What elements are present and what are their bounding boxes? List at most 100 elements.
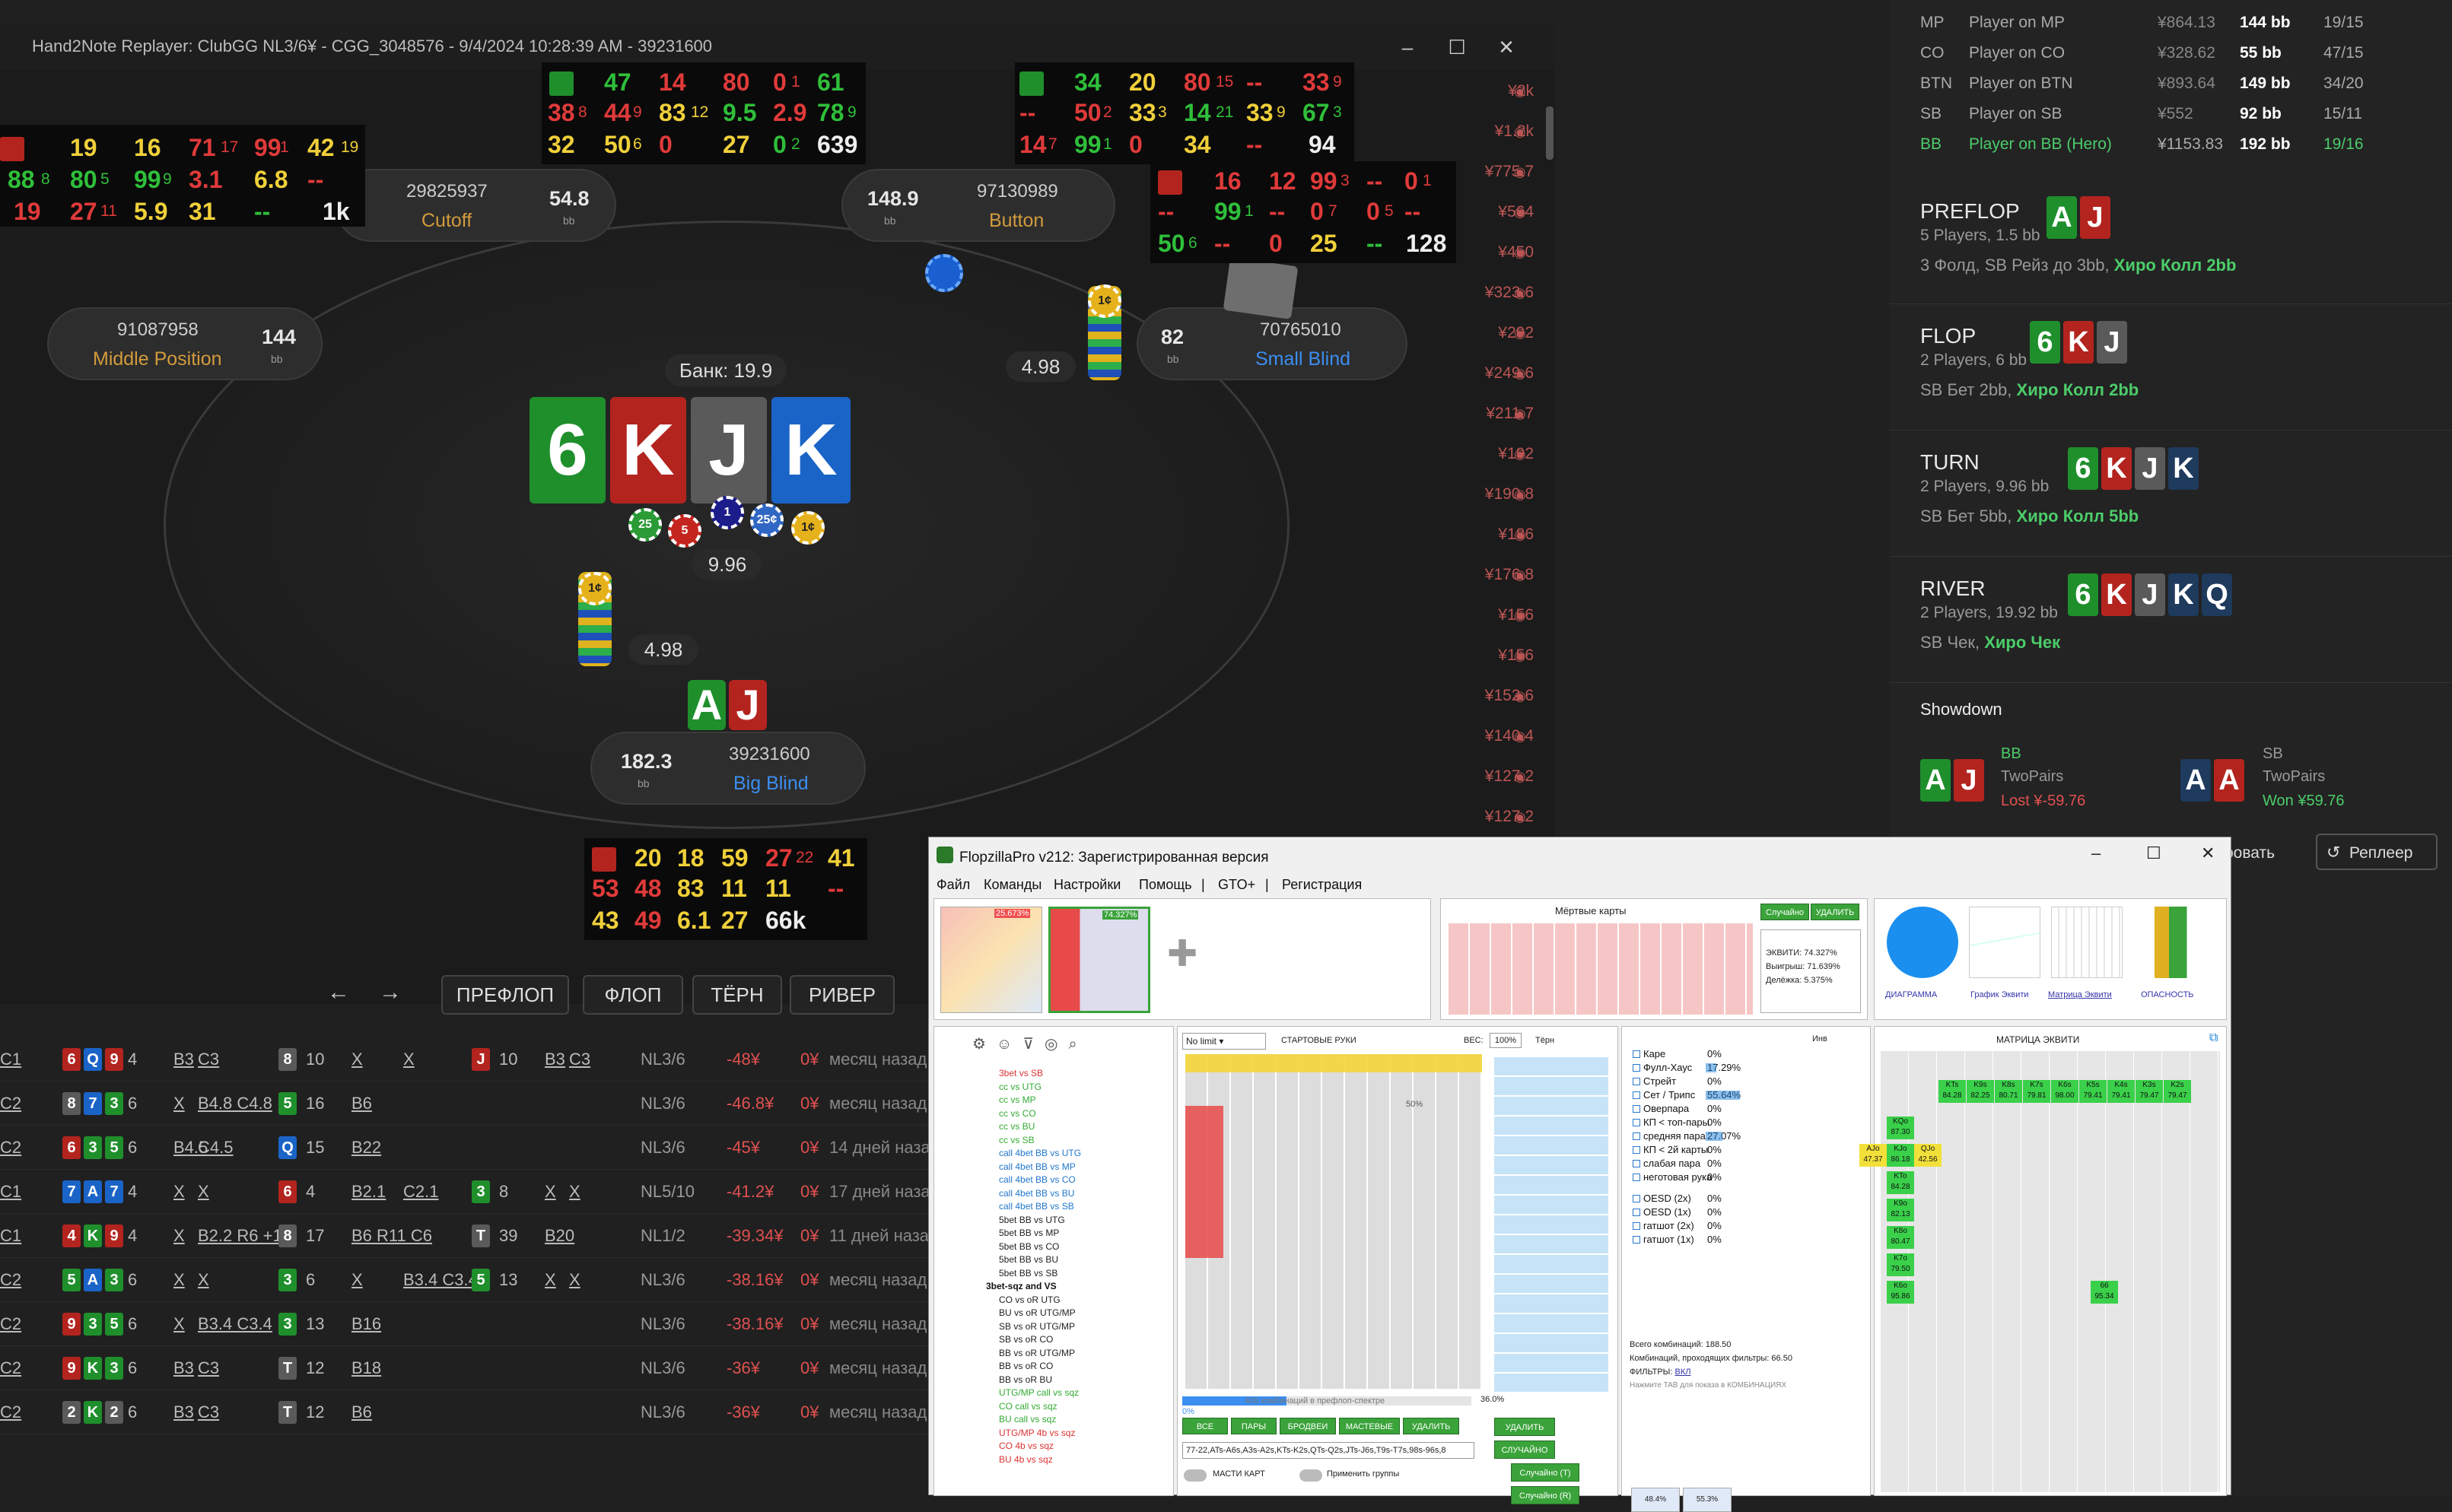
tree-item[interactable]: SB vs oR UTG/MP bbox=[999, 1321, 1075, 1332]
tree-item[interactable]: BU call vs sqz bbox=[999, 1414, 1056, 1425]
dead-cards-grid[interactable] bbox=[1449, 923, 1753, 1015]
table-row[interactable]: C2 8 7 3 6 X B4.8 C4.8 5 16 B6 NL3/6 -46.8¥ 0¥ месяц … bbox=[0, 1082, 936, 1126]
pie-chart-icon[interactable] bbox=[1887, 907, 1958, 978]
equity-graph-icon[interactable] bbox=[1969, 907, 2040, 978]
eye-icon[interactable]: ◉ bbox=[1514, 245, 1526, 261]
filter-checkbox[interactable] bbox=[1633, 1091, 1640, 1099]
tab-equity-matrix[interactable]: Матрица Эквити bbox=[2048, 990, 2112, 999]
weight-input[interactable]: 100% bbox=[1490, 1033, 1522, 1048]
tree-item[interactable]: 5bet BB vs SB bbox=[999, 1268, 1057, 1279]
filter-pct-1[interactable]: 48.4% bbox=[1631, 1488, 1680, 1512]
seat-small-blind[interactable]: 82 bb 70765010 Small Blind bbox=[1137, 307, 1407, 380]
eye-icon[interactable]: ◉ bbox=[1514, 648, 1526, 664]
menu-item[interactable]: Помощь bbox=[1139, 877, 1192, 893]
menu-item[interactable]: Команды bbox=[984, 877, 1042, 893]
replayer-button[interactable]: ↺ Реплеер bbox=[2316, 834, 2438, 870]
filter-pct-2[interactable]: 55.3% bbox=[1683, 1488, 1732, 1512]
minimize-button[interactable]: – bbox=[2091, 843, 2101, 863]
filter-checkbox[interactable] bbox=[1633, 1078, 1640, 1085]
save-button[interactable]: ровать bbox=[2225, 844, 2275, 862]
add-range-icon[interactable]: ✚ bbox=[1167, 932, 1197, 975]
scrollbar-thumb[interactable] bbox=[1546, 106, 1554, 160]
table-row[interactable]: C1 4 K 9 4 X B2.2 R6 +1 8 17 B6 R11 C6 T 39 B20 NL1/2… bbox=[0, 1214, 939, 1258]
turn-cards-column[interactable] bbox=[1494, 1057, 1608, 1392]
player-row[interactable]: BTN Player on BTN ¥893.64 149 bb 34/20 bbox=[1920, 75, 2438, 105]
eye-icon[interactable]: ◉ bbox=[1514, 366, 1526, 382]
eye-icon[interactable]: ◉ bbox=[1514, 809, 1526, 825]
equity-matrix-icon[interactable] bbox=[2051, 907, 2123, 978]
filter-checkbox[interactable] bbox=[1633, 1146, 1640, 1154]
next-arrow-icon[interactable]: → bbox=[379, 980, 402, 1005]
maximize-button[interactable]: ☐ bbox=[2146, 843, 2161, 863]
tab-river[interactable]: РИВЕР bbox=[790, 975, 895, 1015]
filter-checkbox[interactable] bbox=[1633, 1119, 1640, 1126]
hand-matrix[interactable] bbox=[1185, 1054, 1482, 1389]
tree-item[interactable]: cc vs SB bbox=[999, 1135, 1035, 1145]
prev-arrow-icon[interactable]: ← bbox=[327, 980, 350, 1005]
seat-big-blind-hero[interactable]: 182.3 bb 39231600 Big Blind bbox=[590, 732, 866, 805]
tree-item[interactable]: call 4bet BB vs SB bbox=[999, 1201, 1074, 1212]
filter-checkbox[interactable] bbox=[1633, 1050, 1640, 1058]
range-thumb-2[interactable]: 74.327% bbox=[1048, 907, 1150, 1013]
eye-icon[interactable]: ◉ bbox=[1514, 205, 1526, 221]
tree-item[interactable]: 5bet BB vs UTG bbox=[999, 1215, 1065, 1225]
filter-checkbox[interactable] bbox=[1633, 1105, 1640, 1113]
filter-checkbox[interactable] bbox=[1633, 1132, 1640, 1140]
table-row[interactable]: C2 2 K 2 6 B3 C3 T 12 B6 NL3/6 -36¥ 0¥ месяц назад bbox=[0, 1390, 936, 1434]
tab-danger[interactable]: ОПАСНОСТЬ bbox=[2141, 990, 2194, 999]
tree-item[interactable]: cc vs CO bbox=[999, 1108, 1036, 1119]
tree-item[interactable]: CO 4b vs sqz bbox=[999, 1441, 1054, 1451]
range-button[interactable]: ВСЕ bbox=[1182, 1418, 1228, 1434]
player-row[interactable]: MP Player on MP ¥864.13 144 bb 19/15 bbox=[1920, 14, 2438, 44]
menu-item[interactable]: Настройки bbox=[1054, 877, 1121, 893]
eye-icon[interactable]: ◉ bbox=[1514, 608, 1526, 624]
menu-item[interactable]: Файл bbox=[937, 877, 970, 893]
eye-icon[interactable]: ◉ bbox=[1514, 769, 1526, 785]
filter-checkbox[interactable] bbox=[1633, 1064, 1640, 1072]
invert-label[interactable]: Инв bbox=[1812, 1034, 1827, 1043]
filter-checkbox[interactable] bbox=[1633, 1222, 1640, 1230]
eye-icon[interactable]: ◉ bbox=[1514, 688, 1526, 704]
filter-checkbox[interactable] bbox=[1633, 1195, 1640, 1202]
side-button[interactable]: УДАЛИТЬ bbox=[1494, 1418, 1555, 1436]
table-row[interactable]: C2 9 3 5 6 X B3.4 C3.4 3 13 B16 NL3/6 -38.16¥ 0¥ меся… bbox=[0, 1302, 936, 1346]
eye-icon[interactable]: ◉ bbox=[1514, 729, 1526, 745]
table-row[interactable]: C2 9 K 3 6 B3 C3 T 12 B18 NL3/6 -36¥ 0¥ месяц назад bbox=[0, 1346, 936, 1390]
side-button[interactable]: СЛУЧАЙНО bbox=[1494, 1441, 1555, 1459]
player-row[interactable]: BB Player on BB (Hero) ¥1153.83 192 bb 19/16 bbox=[1920, 135, 2438, 166]
eye-icon[interactable]: ◉ bbox=[1514, 164, 1526, 180]
tab-preflop[interactable]: ПРЕФЛОП bbox=[441, 975, 569, 1015]
tree-item[interactable]: BB vs oR UTG/MP bbox=[999, 1348, 1075, 1358]
delete-button[interactable]: УДАЛИТЬ bbox=[1811, 904, 1859, 920]
menu-item[interactable]: GTO+ bbox=[1218, 877, 1255, 893]
tree-item[interactable]: call 4bet BB vs BU bbox=[999, 1188, 1074, 1199]
limit-select[interactable]: No limit ▾ bbox=[1182, 1033, 1266, 1050]
eye-icon[interactable]: ◉ bbox=[1514, 84, 1526, 100]
side-button[interactable]: Случайно (R) bbox=[1511, 1486, 1579, 1504]
tree-item[interactable]: UTG/MP call vs sqz bbox=[999, 1387, 1079, 1398]
filters-on-link[interactable]: ВКЛ bbox=[1675, 1367, 1691, 1377]
eye-icon[interactable]: ◉ bbox=[1514, 446, 1526, 462]
minimize-button[interactable]: – bbox=[1385, 32, 1430, 62]
tree-item[interactable]: 3bet vs SB bbox=[999, 1068, 1043, 1078]
tree-item[interactable]: UTG/MP 4b vs sqz bbox=[999, 1428, 1075, 1438]
tree-item[interactable]: cc vs UTG bbox=[999, 1082, 1042, 1092]
close-button[interactable]: ✕ bbox=[1484, 32, 1529, 62]
tab-diagram[interactable]: ДИАГРАММА bbox=[1885, 990, 1937, 999]
range-text-input[interactable]: 77-22,ATs-A6s,A3s-A2s,KTs-K2s,QTs-Q2s,JT… bbox=[1182, 1442, 1474, 1459]
eye-icon[interactable]: ◉ bbox=[1514, 527, 1526, 543]
range-thumb-1[interactable]: 25.673% bbox=[940, 907, 1042, 1013]
tree-item[interactable]: 5bet BB vs BU bbox=[999, 1254, 1058, 1265]
tree-item[interactable]: CO call vs sqz bbox=[999, 1401, 1057, 1412]
table-row[interactable]: C2 5 A 3 6 X X 3 6 X B3.4 C3.4 5 13 X X NL3/6 -38.16¥ 0¥ м… bbox=[0, 1258, 936, 1302]
eye-icon[interactable]: ◉ bbox=[1514, 326, 1526, 341]
random-button[interactable]: Случайно bbox=[1760, 904, 1809, 920]
range-button[interactable]: УДАЛИТЬ bbox=[1403, 1418, 1459, 1434]
seat-middle-position[interactable]: 91087958 Middle Position 144 bb bbox=[47, 307, 323, 380]
player-row[interactable]: CO Player on CO ¥328.62 55 bb 47/15 bbox=[1920, 44, 2438, 75]
tree-item[interactable]: cc vs BU bbox=[999, 1121, 1035, 1132]
filter-checkbox[interactable] bbox=[1633, 1236, 1640, 1244]
range-button[interactable]: БРОДВЕИ bbox=[1280, 1418, 1336, 1434]
tree-item[interactable]: call 4bet BB vs UTG bbox=[999, 1148, 1081, 1158]
seat-button[interactable]: 148.9 bb 97130989 Button bbox=[841, 169, 1115, 242]
